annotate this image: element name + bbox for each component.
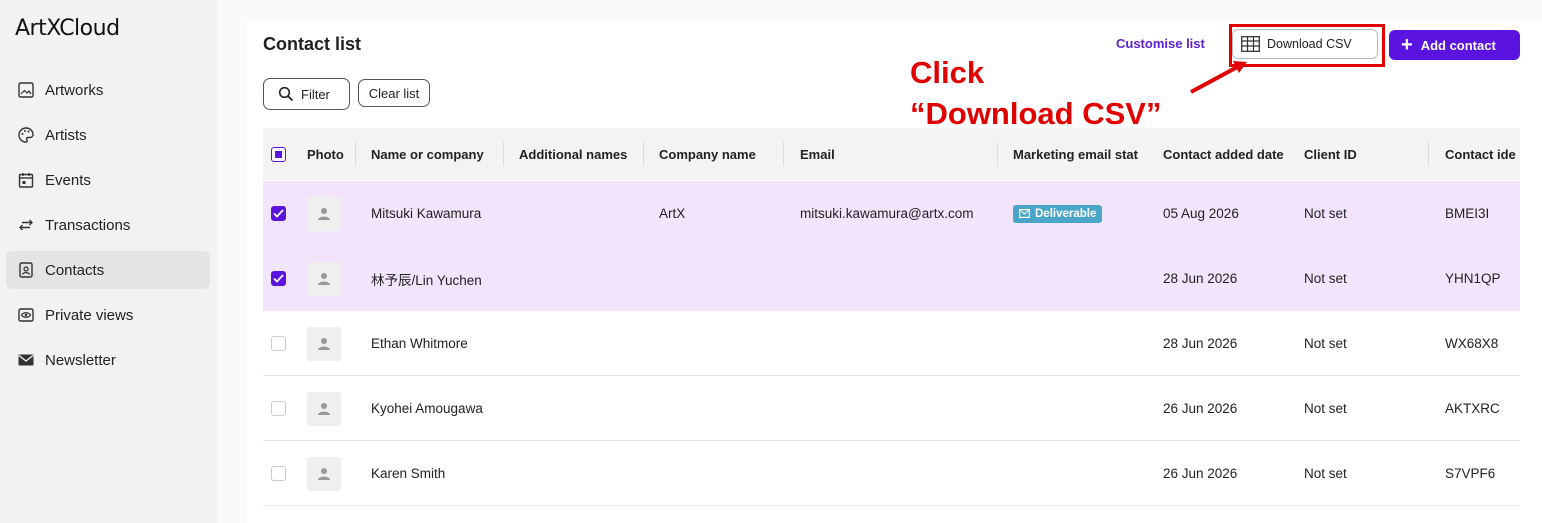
person-icon <box>318 467 330 480</box>
cell-email: mitsuki.kawamura@artx.com <box>800 206 974 221</box>
person-icon <box>318 337 330 350</box>
cell-client-id: Not set <box>1304 401 1347 416</box>
avatar <box>307 391 341 426</box>
mail-icon <box>1019 209 1030 218</box>
cell-company: ArtX <box>659 206 686 221</box>
table-row[interactable]: 林予辰/Lin Yuchen 28 Jun 2026 Not set YHN1Q… <box>263 246 1520 311</box>
col-contact-added-date[interactable]: Contact added date <box>1163 128 1291 180</box>
col-email[interactable]: Email <box>800 128 835 180</box>
cell-added-date: 26 Jun 2026 <box>1163 466 1238 481</box>
cell-added-date: 05 Aug 2026 <box>1163 206 1239 221</box>
col-company-name[interactable]: Company name <box>659 128 756 180</box>
avatar <box>307 196 341 231</box>
sidebar-item-label: Transactions <box>45 216 131 234</box>
sidebar-item-private-views[interactable]: Private views <box>6 296 210 334</box>
filter-label: Filter <box>301 86 330 102</box>
sidebar-item-label: Newsletter <box>45 351 116 369</box>
calendar-icon <box>16 170 36 190</box>
image-icon <box>16 80 36 100</box>
cell-name[interactable]: Kyohei Amougawa <box>371 376 483 441</box>
download-csv-label: Download CSV <box>1267 37 1352 51</box>
cell-added-date: 28 Jun 2026 <box>1163 271 1238 286</box>
clear-list-button[interactable]: Clear list <box>358 79 430 107</box>
cell-client-id: Not set <box>1304 271 1347 286</box>
annotation-line-1: Click <box>910 55 985 90</box>
annotation-callout: Click “Download CSV” <box>910 52 1161 134</box>
cell-name[interactable]: Ethan Whitmore <box>371 311 468 376</box>
cell-client-id: Not set <box>1304 206 1347 221</box>
table-row[interactable]: Kyohei Amougawa 26 Jun 2026 Not set AKTX… <box>263 376 1520 441</box>
col-photo[interactable]: Photo <box>307 128 344 180</box>
sidebar-item-label: Artworks <box>45 81 104 99</box>
avatar <box>307 261 341 296</box>
avatar <box>307 456 341 491</box>
cell-contact-id: AKTXRC <box>1445 401 1500 416</box>
col-additional-names[interactable]: Additional names <box>519 128 627 180</box>
sidebar-item-label: Artists <box>45 126 87 144</box>
row-checkbox[interactable] <box>271 206 286 221</box>
col-client-id[interactable]: Client ID <box>1304 128 1357 180</box>
table-row[interactable]: Ethan Whitmore 28 Jun 2026 Not set WX68X… <box>263 311 1520 376</box>
cell-contact-id: S7VPF6 <box>1445 466 1496 481</box>
plus-icon: + <box>1401 34 1413 56</box>
cell-name[interactable]: Karen Smith <box>371 441 445 506</box>
cell-client-id: Not set <box>1304 336 1347 351</box>
sidebar-item-events[interactable]: Events <box>6 161 210 199</box>
person-icon <box>318 402 330 415</box>
col-name[interactable]: Name or company <box>371 128 484 180</box>
sidebar-item-newsletter[interactable]: Newsletter <box>6 341 210 379</box>
status-badge: Deliverable <box>1013 204 1103 223</box>
select-all-checkbox[interactable] <box>271 146 286 162</box>
mail-icon <box>16 350 36 370</box>
eye-icon <box>16 305 36 325</box>
table-row[interactable]: Mitsuki Kawamura ArtX mitsuki.kawamura@a… <box>263 181 1520 246</box>
sidebar-item-artworks[interactable]: Artworks <box>6 71 210 109</box>
page-title: Contact list <box>263 34 362 54</box>
cell-contact-id: WX68X8 <box>1445 336 1499 351</box>
row-checkbox[interactable] <box>271 336 286 351</box>
cell-added-date: 26 Jun 2026 <box>1163 401 1238 416</box>
sidebar-item-label: Contacts <box>45 261 105 279</box>
search-icon <box>278 86 301 102</box>
sidebar-item-transactions[interactable]: Transactions <box>6 206 210 244</box>
add-contact-label: Add contact <box>1420 37 1496 53</box>
sidebar-item-contacts[interactable]: Contacts <box>6 251 210 289</box>
sidebar: ArtXCloud Artworks Artists Events Transa… <box>0 0 217 523</box>
col-marketing-email-status[interactable]: Marketing email stat <box>1013 128 1149 180</box>
cell-name[interactable]: 林予辰/Lin Yuchen <box>371 246 482 311</box>
col-contact-identifier[interactable]: Contact ide <box>1445 128 1520 180</box>
filter-button[interactable]: Filter <box>263 78 350 110</box>
cell-added-date: 28 Jun 2026 <box>1163 336 1238 351</box>
table-header: Photo Name or company Additional names C… <box>263 128 1520 180</box>
annotation-arrow-icon <box>1190 61 1247 94</box>
sidebar-item-label: Private views <box>45 306 134 324</box>
cell-name[interactable]: Mitsuki Kawamura <box>371 181 481 246</box>
arrows-icon <box>16 215 36 235</box>
cell-contact-id: BMEI3I <box>1445 206 1490 221</box>
row-checkbox[interactable] <box>271 401 286 416</box>
row-checkbox[interactable] <box>271 271 286 286</box>
select-all-cell <box>271 128 286 180</box>
table-row[interactable]: Karen Smith 26 Jun 2026 Not set S7VPF6 <box>263 441 1520 506</box>
palette-icon <box>16 125 36 145</box>
app-logo[interactable]: ArtXCloud <box>15 16 120 41</box>
contact-card-icon <box>16 260 36 280</box>
avatar <box>307 326 341 361</box>
add-contact-button[interactable]: + Add contact <box>1389 30 1520 60</box>
sidebar-item-label: Events <box>45 171 91 189</box>
row-checkbox[interactable] <box>271 466 286 481</box>
cell-contact-id: YHN1QP <box>1445 271 1501 286</box>
sidebar-item-artists[interactable]: Artists <box>6 116 210 154</box>
person-icon <box>318 272 330 285</box>
cell-client-id: Not set <box>1304 466 1347 481</box>
person-icon <box>318 207 330 220</box>
